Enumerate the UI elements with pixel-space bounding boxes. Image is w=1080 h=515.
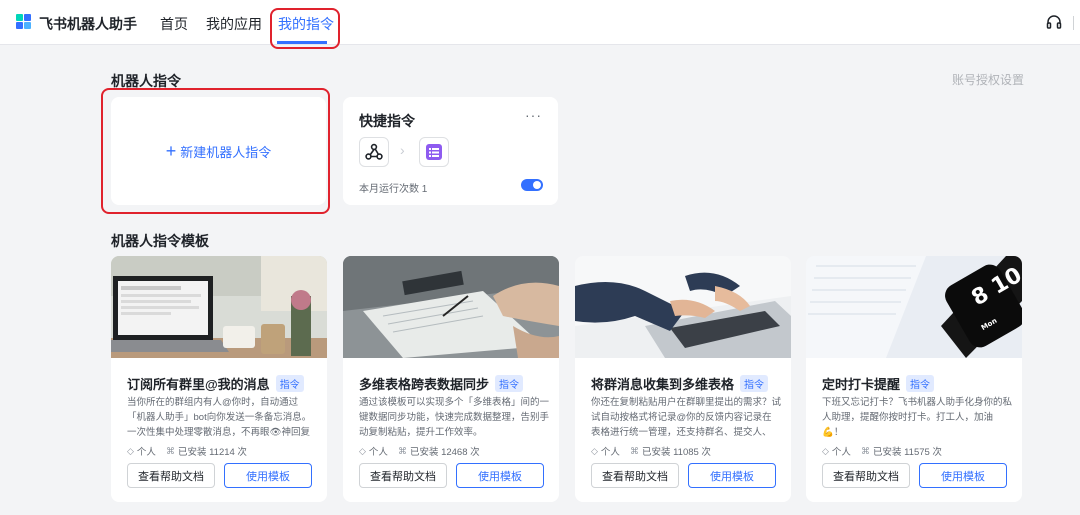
template-title: 订阅所有群里@我的消息: [127, 377, 270, 392]
quick-command-enable-toggle[interactable]: [521, 179, 543, 191]
plus-icon: +: [165, 141, 177, 161]
header-divider: [1073, 16, 1074, 30]
install-count-icon: ⌘: [860, 445, 870, 456]
template-scope: 个人: [136, 447, 156, 458]
install-count-icon: ⌘: [165, 445, 175, 456]
install-count-icon: ⌘: [629, 445, 639, 456]
command-tag-badge: 指令: [740, 375, 769, 392]
quick-command-title: 快捷指令: [359, 113, 415, 129]
view-help-doc-button[interactable]: 查看帮助文档: [591, 463, 679, 488]
install-count-icon: ⌘: [397, 445, 407, 456]
monthly-run-count: 本月运行次数 1: [359, 184, 428, 195]
template-description: 下班又忘记打卡？飞书机器人助手化身你的私人助理，提醒你按时打卡。打工人，加油💪！: [822, 397, 1012, 438]
robot-commands-section-title: 机器人指令: [111, 73, 181, 89]
headset-support-icon[interactable]: [1045, 14, 1063, 32]
typing-laptop-photo: [575, 256, 791, 358]
use-template-button[interactable]: 使用模板: [919, 463, 1007, 488]
paperwork-desk-photo: [343, 256, 559, 358]
webhook-trigger-icon: [359, 137, 389, 167]
view-help-doc-button[interactable]: 查看帮助文档: [359, 463, 447, 488]
template-description: 当你所在的群组内有人@你时，自动通过「机器人助手」bot向你发送一条备忘消息。一…: [127, 397, 312, 438]
smartwatch-notebook-photo: 8 10 Mon: [806, 256, 1022, 358]
template-install-count: 已安装 11214 次: [177, 447, 247, 458]
new-robot-command-label: 新建机器人指令: [180, 144, 272, 160]
template-card-clock-in-reminder[interactable]: 8 10 Mon 定时打卡提醒 指令 下班又忘记打卡？飞书机器人助手化身你的私人…: [806, 256, 1022, 502]
bitable-action-icon: [419, 137, 449, 167]
use-template-button[interactable]: 使用模板: [224, 463, 312, 488]
command-tag-badge: 指令: [495, 375, 524, 392]
templates-section-title: 机器人指令模板: [111, 233, 209, 249]
template-install-count: 已安装 11575 次: [872, 447, 942, 458]
quick-command-card[interactable]: 快捷指令 ··· › 本月运行次数 1: [343, 97, 558, 205]
nav-home[interactable]: 首页: [160, 14, 188, 34]
account-auth-settings-link[interactable]: 账号授权设置: [952, 71, 1024, 88]
more-options-icon[interactable]: ···: [525, 107, 542, 123]
tag-icon: ◇: [127, 445, 134, 456]
use-template-button[interactable]: 使用模板: [688, 463, 776, 488]
template-card-collect-group-messages[interactable]: 将群消息收集到多维表格 指令 你还在复制粘贴用户在群聊里提出的需求？试试自动按格…: [575, 256, 791, 502]
template-card-bitable-sync[interactable]: 多维表格跨表数据同步 指令 通过该模板可以实现多个「多维表格」间的一键数据同步功…: [343, 256, 559, 502]
view-help-doc-button[interactable]: 查看帮助文档: [127, 463, 215, 488]
chevron-right-icon: ›: [400, 142, 405, 158]
view-help-doc-button[interactable]: 查看帮助文档: [822, 463, 910, 488]
use-template-button[interactable]: 使用模板: [456, 463, 544, 488]
command-tag-badge: 指令: [275, 375, 304, 392]
template-description: 你还在复制粘贴用户在群聊里提出的需求？试试自动按格式将记录@你的反馈内容记录在表…: [591, 397, 781, 438]
template-title: 将群消息收集到多维表格: [591, 377, 735, 392]
template-scope: 个人: [600, 447, 620, 458]
nav-my-apps[interactable]: 我的应用: [206, 14, 262, 34]
feishu-logo-icon: [16, 14, 32, 30]
template-title: 多维表格跨表数据同步: [359, 377, 490, 392]
top-navigation-bar: 飞书机器人助手 首页 我的应用 我的指令: [0, 0, 1080, 45]
tag-icon: ◇: [359, 445, 366, 456]
tag-icon: ◇: [591, 445, 598, 456]
template-title: 定时打卡提醒: [822, 377, 901, 392]
template-card-subscribe-mentions[interactable]: 订阅所有群里@我的消息 指令 当你所在的群组内有人@你时，自动通过「机器人助手」…: [111, 256, 327, 502]
highlight-my-commands-box: [270, 8, 340, 49]
command-tag-badge: 指令: [906, 375, 935, 392]
tag-icon: ◇: [822, 445, 829, 456]
template-install-count: 已安装 11085 次: [641, 447, 711, 458]
template-install-count: 已安装 12468 次: [409, 447, 480, 458]
template-description: 通过该模板可以实现多个「多维表格」间的一键数据同步功能，快速完成数据整理，告别手…: [359, 397, 549, 438]
new-robot-command-button[interactable]: + 新建机器人指令: [111, 97, 326, 205]
template-scope: 个人: [831, 447, 851, 458]
laptop-desk-photo: [111, 256, 327, 358]
template-scope: 个人: [368, 447, 388, 458]
app-brand-title: 飞书机器人助手: [39, 16, 137, 32]
